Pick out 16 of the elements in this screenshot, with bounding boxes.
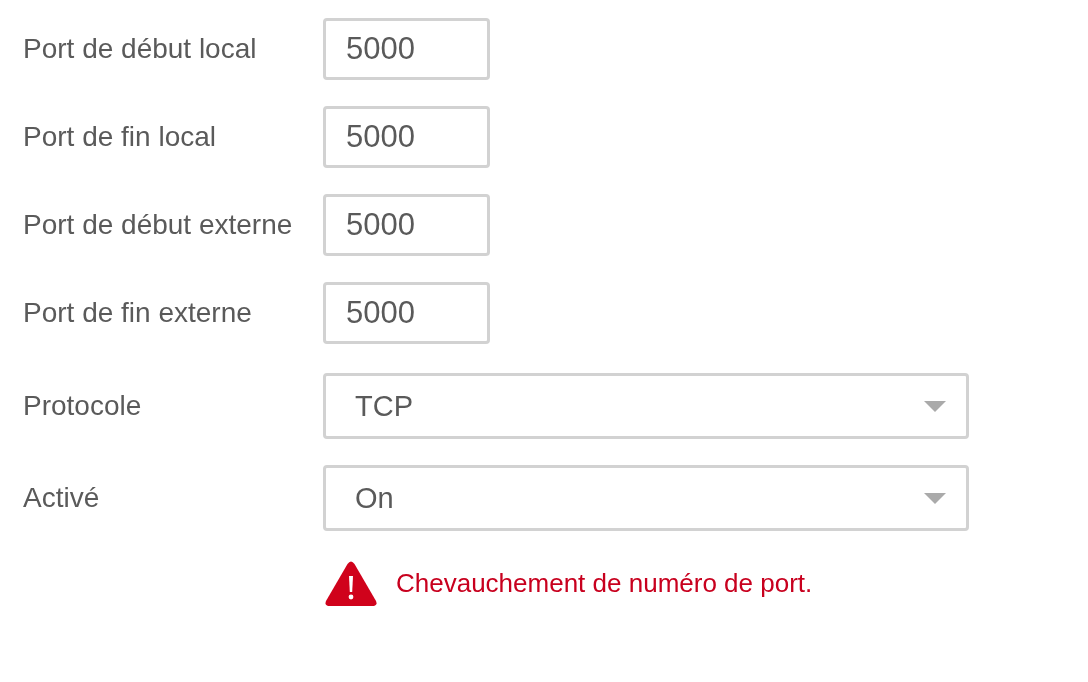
field-label: Activé (23, 482, 101, 514)
text-input[interactable]: 5000 (323, 194, 490, 256)
text-input[interactable]: 5000 (323, 18, 490, 80)
text-input[interactable]: 5000 (323, 282, 490, 344)
field-label: Port de début local (23, 33, 258, 65)
caret-icon (924, 400, 946, 412)
error-message: Chevauchement de numéro de port. (396, 568, 813, 599)
dropdown[interactable]: TCP (323, 373, 969, 439)
warning-icon (325, 561, 377, 606)
field-label: Port de début externe (23, 209, 294, 241)
field-label: Port de fin externe (23, 297, 253, 329)
text-input[interactable]: 5000 (323, 106, 490, 168)
dropdown[interactable]: On (323, 465, 969, 531)
field-label: Protocole (23, 390, 143, 422)
caret-icon (924, 492, 946, 504)
field-label: Port de fin local (23, 121, 217, 153)
